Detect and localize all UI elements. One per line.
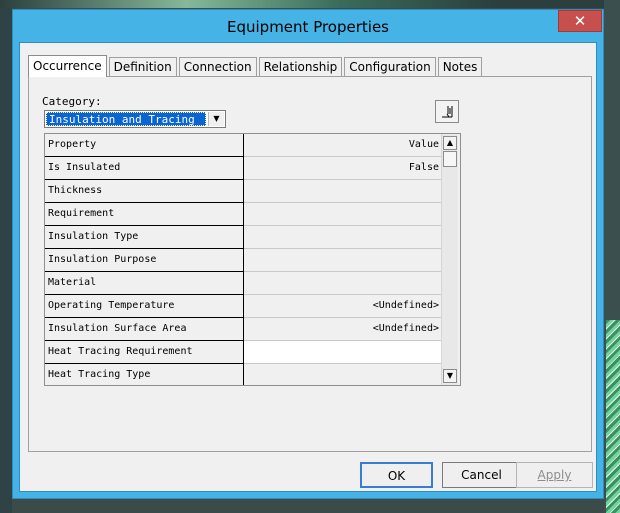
tab-connection[interactable]: Connection — [178, 57, 257, 77]
category-dropdown[interactable]: Insulation and Tracing ▼ — [44, 110, 226, 128]
property-value[interactable] — [244, 364, 441, 385]
background-pipe-graphic — [606, 320, 620, 513]
tab-occurrence[interactable]: Occurrence — [28, 55, 107, 77]
property-value[interactable] — [244, 341, 441, 364]
property-name: Heat Tracing Type — [45, 364, 244, 385]
property-name: Operating Temperature — [45, 295, 244, 318]
apply-button[interactable]: Apply — [516, 462, 593, 488]
property-value[interactable]: <Undefined> — [244, 295, 441, 318]
tab-notes[interactable]: Notes — [437, 57, 483, 77]
category-selected-value: Insulation and Tracing — [46, 112, 206, 126]
scroll-down-icon[interactable]: ▼ — [443, 369, 457, 383]
background-left — [0, 0, 12, 513]
background-top — [0, 0, 620, 8]
table-row[interactable]: Thickness — [45, 180, 441, 203]
tab-relationship[interactable]: Relationship — [258, 57, 343, 77]
cancel-button[interactable]: Cancel — [442, 462, 521, 488]
property-name: Heat Tracing Requirement — [45, 341, 244, 364]
scroll-thumb[interactable] — [443, 151, 457, 167]
property-value[interactable] — [244, 272, 441, 295]
property-value[interactable]: <Undefined> — [244, 318, 441, 341]
property-name: Thickness — [45, 180, 244, 203]
chevron-down-icon[interactable]: ▼ — [208, 112, 224, 126]
property-value[interactable] — [244, 226, 441, 249]
table-row[interactable]: Material — [45, 272, 441, 295]
occurrence-panel: Category: Insulation and Tracing ▼ Prope… — [28, 76, 592, 452]
property-name: Requirement — [45, 203, 244, 226]
close-button[interactable]: ✕ — [558, 10, 602, 32]
tab-strip: Occurrence Definition Connection Relatio… — [28, 55, 484, 77]
category-label: Category: — [42, 95, 102, 108]
header-value: Value — [244, 134, 441, 157]
dialog-title: Equipment Properties — [227, 18, 389, 36]
table-row[interactable]: Heat Tracing Requirement — [45, 341, 441, 364]
ok-button[interactable]: OK — [360, 462, 433, 488]
property-name: Is Insulated — [45, 157, 244, 180]
table-row[interactable]: Is Insulated False — [45, 157, 441, 180]
header-property: Property — [45, 134, 244, 157]
property-value[interactable]: False — [244, 157, 441, 180]
property-name: Insulation Surface Area — [45, 318, 244, 341]
property-name: Material — [45, 272, 244, 295]
property-grid: Property Value Is Insulated False Thickn… — [44, 133, 461, 386]
table-row[interactable]: Operating Temperature <Undefined> — [45, 295, 441, 318]
grid-header-row: Property Value — [45, 134, 441, 157]
equipment-properties-dialog: Equipment Properties ✕ Occurrence Defini… — [12, 9, 604, 499]
table-row[interactable]: Insulation Type — [45, 226, 441, 249]
table-row[interactable]: Insulation Purpose — [45, 249, 441, 272]
scroll-up-icon[interactable]: ▲ — [443, 136, 457, 150]
properties-tool-icon — [442, 106, 453, 118]
table-row[interactable]: Insulation Surface Area <Undefined> — [45, 318, 441, 341]
property-value[interactable] — [244, 180, 441, 203]
property-name: Insulation Purpose — [45, 249, 244, 272]
tab-configuration[interactable]: Configuration — [344, 57, 436, 77]
table-row[interactable]: Heat Tracing Type — [45, 364, 441, 385]
dialog-client-area: Occurrence Definition Connection Relatio… — [19, 42, 597, 492]
property-name: Insulation Type — [45, 226, 244, 249]
table-row[interactable]: Requirement — [45, 203, 441, 226]
title-bar[interactable]: Equipment Properties ✕ — [13, 10, 603, 42]
grid-scrollbar[interactable]: ▲ ▼ — [441, 134, 458, 385]
property-value[interactable] — [244, 249, 441, 272]
properties-tool-button[interactable] — [435, 100, 459, 123]
close-icon: ✕ — [573, 12, 587, 30]
property-value[interactable] — [244, 203, 441, 226]
tab-definition[interactable]: Definition — [108, 57, 177, 77]
